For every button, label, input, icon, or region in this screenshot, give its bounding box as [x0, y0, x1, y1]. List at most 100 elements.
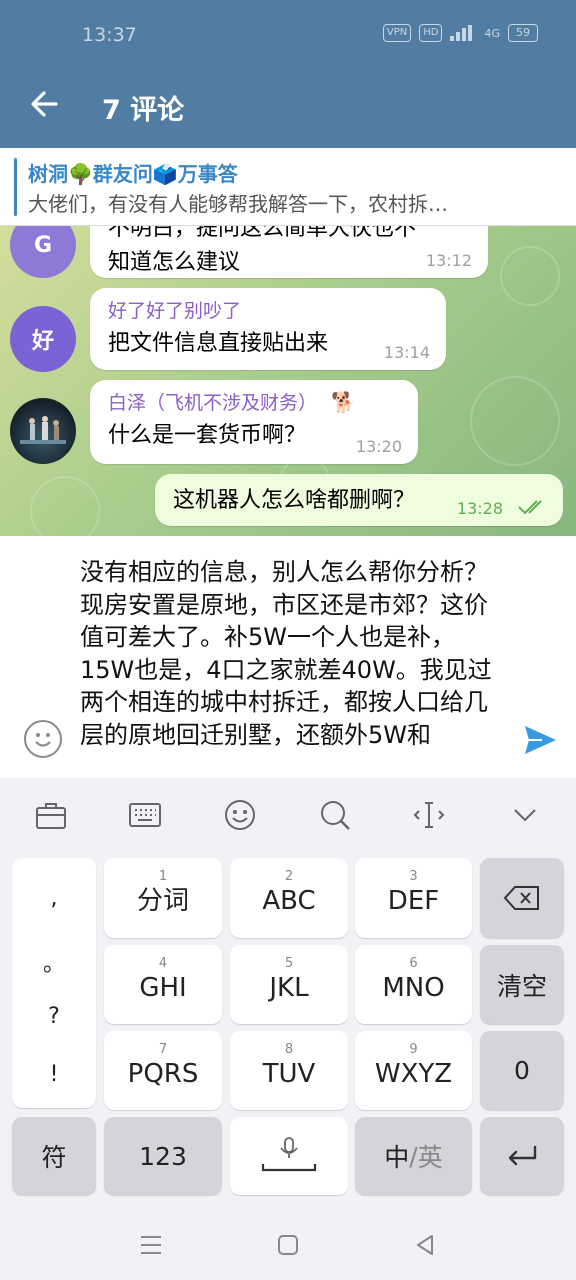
- app-header: 13:37 VPN HD 4G 59 7 评论: [0, 0, 576, 148]
- key-label: 123: [139, 1141, 187, 1171]
- key-number: 5: [284, 956, 294, 971]
- lang-en: 英: [417, 1143, 443, 1172]
- back-arrow-icon[interactable]: [26, 86, 62, 122]
- key-label: 0: [514, 1056, 530, 1085]
- punctuation-column[interactable]: , 。 ? !: [12, 858, 96, 1108]
- message-time: 13:28: [456, 499, 503, 518]
- key-label: WXYZ: [374, 1059, 453, 1089]
- avatar[interactable]: 好: [10, 306, 76, 372]
- key-label: ABC: [262, 886, 316, 916]
- language-label: 中 / 英: [355, 1117, 472, 1195]
- sender-name: 白泽（飞机不涉及财务） 🐕: [108, 388, 400, 415]
- key-label: TUV: [262, 1059, 316, 1089]
- key-label: 清空: [496, 971, 547, 1001]
- avatar[interactable]: G: [10, 226, 76, 278]
- message-time: 13:12: [425, 251, 472, 270]
- message-composer: 没有相应的信息，别人怎么帮你分析？现房安置是原地，市区还是市郊？这价值可差大了。…: [0, 536, 576, 778]
- lang-zh: 中: [384, 1143, 410, 1172]
- background-pattern: [470, 376, 560, 466]
- key-label: GHI: [139, 973, 187, 1003]
- key-number: 9: [409, 1042, 418, 1057]
- keyboard-icon[interactable]: [128, 798, 162, 832]
- pinned-text: 大佬们，有没有人能够帮我解答一下，农村拆…: [28, 192, 448, 216]
- key-label: 符: [41, 1143, 67, 1172]
- key-8[interactable]: 8 TUV: [230, 1031, 348, 1110]
- key-number: 2: [284, 869, 294, 884]
- message-bubble[interactable]: 不明白，提问这么简单大伙也不 知道怎么建议 13:12: [90, 226, 488, 278]
- sender-name: 好了好了别吵了: [108, 300, 242, 322]
- message-time: 13:20: [355, 437, 402, 456]
- network-type: 4G: [484, 26, 500, 40]
- numeric-key[interactable]: 123: [104, 1117, 222, 1195]
- enter-key[interactable]: [480, 1117, 564, 1195]
- clear-key[interactable]: 清空: [480, 945, 564, 1024]
- zero-key[interactable]: 0: [480, 1031, 564, 1110]
- menu-icon[interactable]: [138, 1232, 164, 1258]
- key-label: 分词: [136, 886, 189, 916]
- send-icon[interactable]: [522, 722, 558, 758]
- backspace-key[interactable]: [480, 858, 564, 938]
- dog-emoji-icon: 🐕: [331, 390, 356, 414]
- hd-icon: HD: [419, 24, 443, 42]
- status-icons: VPN HD 4G 59: [382, 24, 538, 42]
- keyboard-toolbar: [0, 778, 576, 848]
- cursor-move-icon[interactable]: [412, 798, 446, 832]
- sender-name-text: 白泽（飞机不涉及财务）: [108, 392, 318, 414]
- key-5[interactable]: 5 JKL: [230, 945, 348, 1024]
- key-3[interactable]: 3 DEF: [355, 858, 472, 938]
- back-icon[interactable]: [412, 1232, 438, 1258]
- briefcase-icon[interactable]: [34, 798, 68, 832]
- key-label: DEF: [387, 886, 440, 916]
- punct-exclaim[interactable]: !: [12, 1062, 96, 1087]
- punct-period[interactable]: 。: [12, 946, 96, 978]
- message-bubble[interactable]: 白泽（飞机不涉及财务） 🐕 什么是一套货币啊？ 13:20: [90, 380, 418, 464]
- message-text: 知道怎么建议: [108, 250, 241, 275]
- key-label: PQRS: [127, 1059, 199, 1089]
- key-number: 8: [284, 1042, 294, 1057]
- key-9[interactable]: 9 WXYZ: [355, 1031, 472, 1110]
- key-4[interactable]: 4 GHI: [104, 945, 222, 1024]
- key-7[interactable]: 7 PQRS: [104, 1031, 222, 1110]
- pinned-message[interactable]: 树洞🌳群友问🗳️万事答 大佬们，有没有人能够帮我解答一下，农村拆…: [0, 148, 576, 226]
- key-number: 3: [409, 869, 418, 884]
- message-bubble[interactable]: 好了好了别吵了 把文件信息直接贴出来 13:14: [90, 288, 446, 370]
- message-text: 把文件信息直接贴出来: [108, 331, 329, 356]
- emoji-icon[interactable]: [223, 798, 257, 832]
- message-input[interactable]: 没有相应的信息，别人怎么帮你分析？现房安置是原地，市区还是市郊？这价值可差大了。…: [80, 556, 500, 778]
- avatar-image: [20, 416, 66, 444]
- outgoing-message-bubble[interactable]: 这机器人怎么啥都删啊？ 13:28: [155, 474, 563, 526]
- avatar-letter: G: [33, 232, 53, 258]
- key-label: JKL: [269, 973, 309, 1003]
- status-time: 13:37: [82, 24, 137, 46]
- key-number: 4: [158, 956, 168, 971]
- background-pattern: [500, 246, 560, 306]
- key-label: MNO: [382, 973, 445, 1003]
- key-1[interactable]: 1 分词: [104, 858, 222, 938]
- pinned-title: 树洞🌳群友问🗳️万事答: [28, 162, 238, 186]
- punct-question[interactable]: ?: [12, 1004, 96, 1029]
- chat-area[interactable]: G 不明白，提问这么简单大伙也不 知道怎么建议 13:12 好 好了好了别吵了 …: [0, 226, 576, 536]
- signal-icon: [450, 25, 476, 41]
- vpn-icon: VPN: [382, 24, 412, 42]
- key-6[interactable]: 6 MNO: [355, 945, 472, 1024]
- space-key[interactable]: [230, 1117, 348, 1195]
- background-pattern: [30, 476, 100, 536]
- key-2[interactable]: 2 ABC: [230, 858, 348, 938]
- message-time: 13:14: [383, 343, 430, 362]
- battery-icon: 59: [508, 24, 538, 42]
- system-navigation-bar: [0, 1208, 576, 1280]
- emoji-icon[interactable]: [24, 720, 62, 758]
- key-number: 1: [158, 869, 168, 884]
- avatar-photo[interactable]: [10, 398, 76, 464]
- enter-icon: [480, 1117, 564, 1195]
- punct-comma[interactable]: ,: [12, 886, 96, 911]
- search-icon[interactable]: [318, 798, 352, 832]
- lang-sep: /: [409, 1141, 418, 1171]
- home-icon[interactable]: [275, 1232, 301, 1258]
- status-bar: 13:37 VPN HD 4G 59: [0, 22, 576, 52]
- message-text-partial: 不明白，提问这么简单大伙也不: [108, 226, 417, 241]
- chevron-down-icon[interactable]: [508, 798, 542, 832]
- symbol-key[interactable]: 符: [12, 1117, 96, 1195]
- language-switch-key[interactable]: 中 / 英: [355, 1117, 472, 1195]
- microphone-icon: [230, 1117, 348, 1195]
